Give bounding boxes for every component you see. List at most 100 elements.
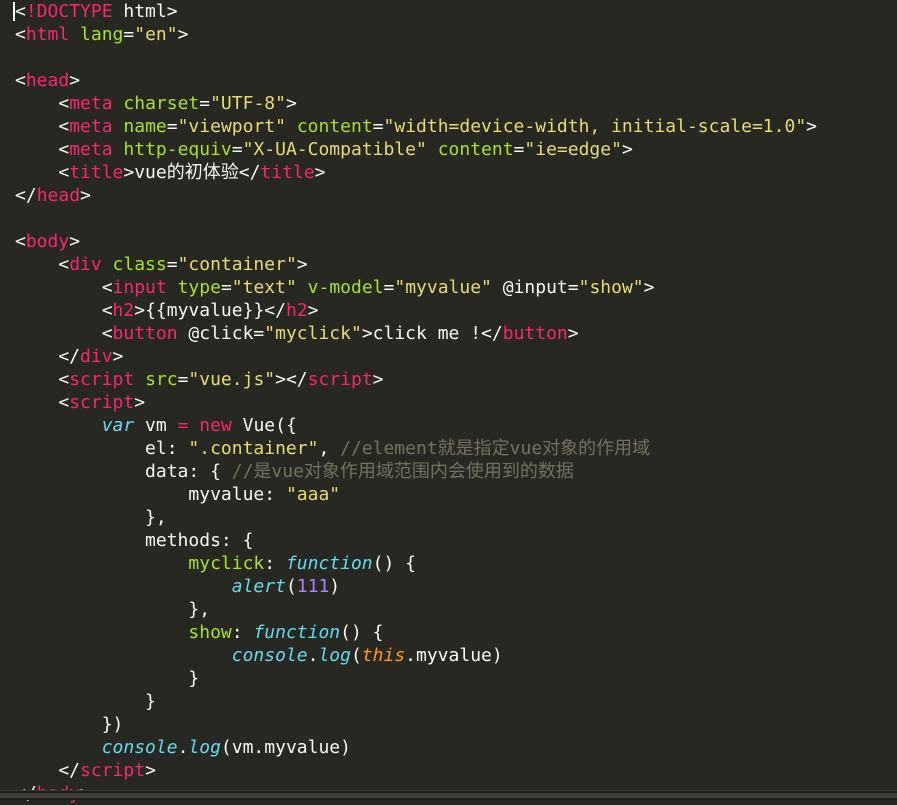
code-token: "container" bbox=[177, 254, 297, 275]
code-token: name bbox=[123, 116, 167, 137]
code-line: <meta name="viewport" content="width=dev… bbox=[15, 115, 817, 138]
code-token: charset bbox=[123, 93, 200, 114]
code-token: </ bbox=[264, 300, 286, 321]
code-token: > bbox=[307, 300, 319, 321]
code-token: = bbox=[372, 116, 384, 137]
code-token: "X-UA-Compatible" bbox=[242, 139, 427, 160]
code-token: > bbox=[285, 93, 297, 114]
code-token: el: bbox=[15, 438, 189, 459]
code-token: </ bbox=[238, 162, 261, 183]
code-line: }, bbox=[15, 598, 817, 621]
code-token: = bbox=[199, 93, 211, 114]
code-token: < bbox=[15, 93, 70, 114]
code-token: > bbox=[134, 300, 146, 321]
code-token: < bbox=[15, 254, 70, 275]
code-token: "aaa" bbox=[285, 484, 341, 505]
code-token: meta bbox=[69, 93, 113, 114]
code-token: } bbox=[15, 691, 156, 712]
code-token: < bbox=[15, 139, 70, 160]
code-token: title bbox=[69, 162, 124, 183]
code-line: <html lang="en"> bbox=[15, 23, 817, 46]
code-token: click me ! bbox=[372, 323, 482, 344]
code-token: "show" bbox=[578, 277, 644, 298]
code-token: vm bbox=[134, 415, 178, 436]
code-line: } bbox=[15, 667, 817, 690]
code-token: < bbox=[15, 116, 70, 137]
code-token: body bbox=[25, 231, 70, 252]
code-line: }) bbox=[15, 713, 817, 736]
code-line: <body> bbox=[15, 230, 817, 253]
code-token: > bbox=[361, 323, 373, 344]
code-token: > bbox=[69, 70, 81, 91]
code-token: div bbox=[69, 254, 102, 275]
code-token: console bbox=[101, 737, 178, 758]
code-token: > bbox=[621, 139, 633, 160]
code-token: //element就是指定vue对象的作用域 bbox=[340, 438, 651, 459]
code-token: ( bbox=[350, 645, 362, 666]
code-token: ".container" bbox=[188, 438, 319, 459]
code-token: ) bbox=[329, 576, 341, 597]
code-editor[interactable]: <!DOCTYPE html> <html lang="en"> <head> <… bbox=[0, 0, 897, 804]
code-token: "en" bbox=[134, 24, 178, 45]
code-token: </ bbox=[15, 346, 81, 367]
code-line: <input type="text" v-model="myvalue" @in… bbox=[15, 276, 817, 299]
code-line: <h2>{{myvalue}}</h2> bbox=[15, 299, 817, 322]
code-token: . bbox=[177, 737, 189, 758]
code-token: }, bbox=[15, 599, 211, 620]
code-token: !DOCTYPE bbox=[25, 1, 113, 22]
code-token: }, bbox=[15, 507, 167, 528]
code-token: < bbox=[15, 162, 70, 183]
code-token: new bbox=[199, 415, 232, 436]
code-token: script bbox=[69, 369, 135, 390]
code-token: = bbox=[383, 277, 395, 298]
code-line: <head> bbox=[15, 69, 817, 92]
code-token: head bbox=[36, 185, 81, 206]
code-token: div bbox=[80, 346, 113, 367]
code-token: () { bbox=[340, 622, 384, 643]
code-token: myclick bbox=[188, 553, 265, 574]
code-token: data: { bbox=[15, 461, 232, 482]
code-token: @input= bbox=[491, 277, 579, 298]
code-token: > bbox=[145, 760, 156, 781]
code-token: () { bbox=[372, 553, 416, 574]
code-token: "ie=edge" bbox=[524, 139, 622, 160]
code-line: var vm = new Vue({ bbox=[15, 414, 817, 437]
code-line: data: { //是vue对象作用域范围内会使用到的数据 bbox=[15, 460, 817, 483]
code-token: > bbox=[314, 162, 326, 183]
code-line: </div> bbox=[15, 345, 817, 368]
code-token: meta bbox=[69, 139, 113, 160]
code-token: > bbox=[372, 369, 384, 390]
code-token: ( bbox=[285, 576, 297, 597]
code-line: <div class="container"> bbox=[15, 253, 817, 276]
code-token: Vue({ bbox=[231, 415, 297, 436]
code-token: @click= bbox=[177, 323, 265, 344]
code-token: < bbox=[15, 323, 113, 344]
code-token: </ bbox=[15, 760, 81, 781]
code-line: <title>vue的初体验</title> bbox=[15, 161, 817, 184]
code-line: <meta charset="UTF-8"> bbox=[15, 92, 817, 115]
code-token: </ bbox=[481, 323, 503, 344]
code-line: </head> bbox=[15, 184, 817, 207]
code-token: function bbox=[253, 622, 341, 643]
code-token: var bbox=[101, 415, 135, 436]
code-token: log bbox=[318, 645, 351, 666]
code-token: "UTF-8" bbox=[210, 93, 286, 114]
code-token: . bbox=[307, 645, 319, 666]
code-token: methods: { bbox=[15, 530, 254, 551]
horizontal-scrollbar[interactable] bbox=[0, 790, 897, 800]
scrollbar-thumb[interactable] bbox=[0, 793, 897, 798]
code-token: h2 bbox=[112, 300, 135, 321]
code-token: function bbox=[285, 553, 373, 574]
code-token: > bbox=[296, 254, 308, 275]
code-token: > bbox=[112, 346, 124, 367]
code-token: meta bbox=[69, 116, 113, 137]
code-token: type bbox=[177, 277, 221, 298]
